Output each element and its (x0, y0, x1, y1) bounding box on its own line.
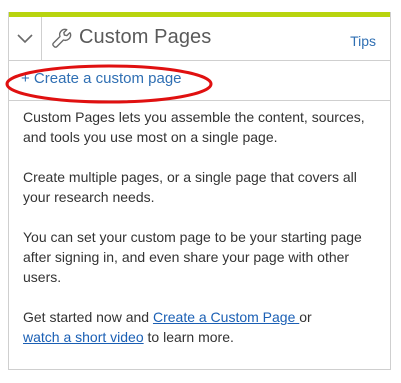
panel-header: Custom Pages Tips (9, 17, 390, 61)
starting-page-paragraph: You can set your custom page to be your … (23, 229, 362, 285)
get-started-or: or (299, 309, 312, 325)
create-custom-page-link[interactable]: + Create a custom page (21, 70, 182, 87)
collapse-button[interactable] (9, 17, 42, 60)
get-started-suffix: to learn more. (143, 329, 234, 345)
wrench-icon (52, 28, 72, 48)
tips-link[interactable]: Tips (350, 33, 376, 49)
create-page-row: + Create a custom page (9, 61, 390, 101)
create-custom-page-body-link[interactable]: Create a Custom Page (153, 309, 299, 325)
chevron-down-icon (17, 33, 33, 43)
watch-video-link[interactable]: watch a short video (23, 329, 144, 345)
panel-body: Custom Pages lets you assemble the conte… (23, 107, 375, 367)
description-paragraph: Custom Pages lets you assemble the conte… (23, 109, 365, 145)
multiple-pages-paragraph: Create multiple pages, or a single page … (23, 169, 357, 205)
get-started-prefix: Get started now and (23, 309, 153, 325)
custom-pages-panel: Custom Pages Tips + Create a custom page… (5, 12, 391, 370)
panel-title: Custom Pages (79, 26, 212, 48)
get-started-paragraph: Get started now and Create a Custom Page… (23, 307, 375, 347)
